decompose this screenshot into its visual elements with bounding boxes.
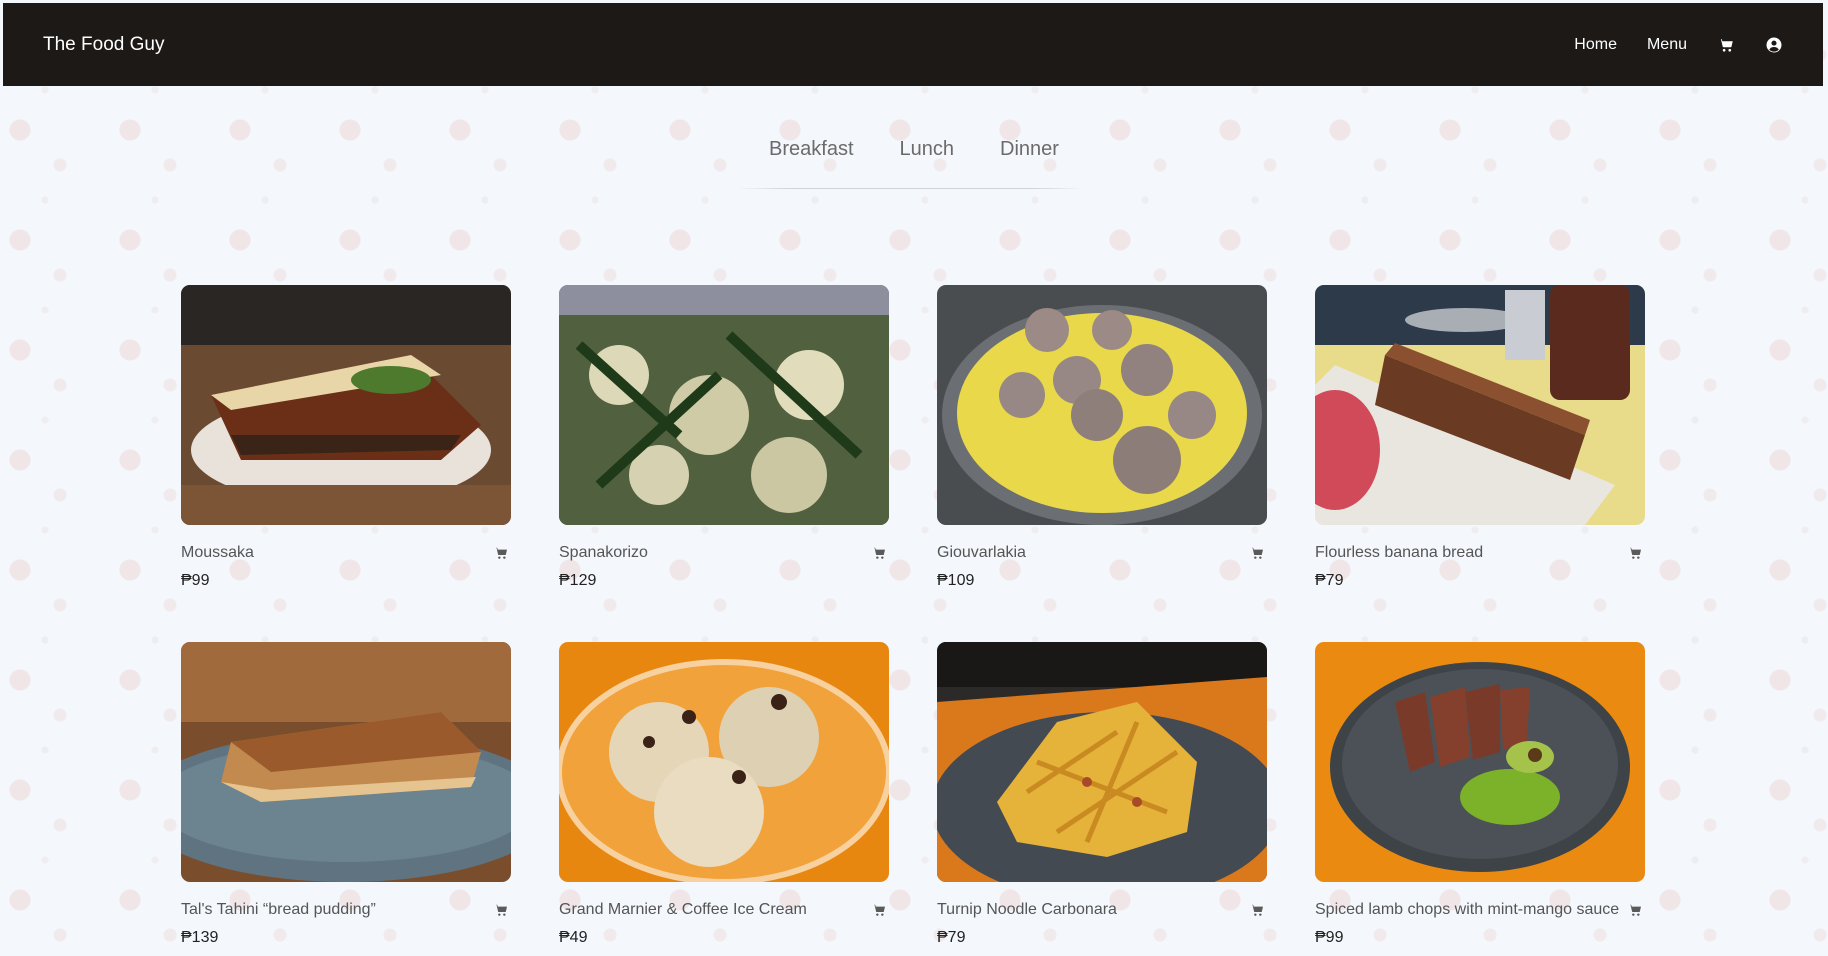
product-price: ₱79 xyxy=(937,929,966,946)
product-info-row: Turnip Noodle Carbonara xyxy=(937,901,1267,919)
product-price: ₱99 xyxy=(181,572,210,589)
tabs-underline xyxy=(737,188,1085,189)
cart-icon[interactable] xyxy=(871,545,887,561)
product-card: Giouvarlakia ₱109 xyxy=(937,285,1267,590)
product-price: ₱49 xyxy=(559,929,588,946)
tab-dinner[interactable]: Dinner xyxy=(1000,138,1059,161)
product-price: ₱139 xyxy=(181,929,219,946)
product-image[interactable] xyxy=(1315,642,1645,882)
product-image[interactable] xyxy=(559,642,889,882)
product-price: ₱79 xyxy=(1315,572,1344,589)
product-info-row: Tal's Tahini “bread pudding” xyxy=(181,901,511,919)
product-name[interactable]: Grand Marnier & Coffee Ice Cream xyxy=(559,901,807,919)
cart-icon[interactable] xyxy=(871,902,887,918)
top-navbar: The Food Guy Home Menu xyxy=(3,3,1823,86)
product-name[interactable]: Giouvarlakia xyxy=(937,544,1026,562)
product-card: Turnip Noodle Carbonara ₱79 xyxy=(937,642,1267,947)
cart-icon[interactable] xyxy=(1249,902,1265,918)
cart-icon[interactable] xyxy=(1627,545,1643,561)
product-card: Grand Marnier & Coffee Ice Cream ₱49 xyxy=(559,642,889,947)
product-name[interactable]: Moussaka xyxy=(181,544,254,562)
product-card: Flourless banana bread ₱79 xyxy=(1315,285,1645,590)
product-info-row: Flourless banana bread xyxy=(1315,544,1645,562)
product-card: Spanakorizo ₱129 xyxy=(559,285,889,590)
product-price: ₱129 xyxy=(559,572,597,589)
product-image[interactable] xyxy=(937,642,1267,882)
product-info-row: Giouvarlakia xyxy=(937,544,1267,562)
cart-icon[interactable] xyxy=(493,545,509,561)
product-image[interactable] xyxy=(181,642,511,882)
tab-breakfast[interactable]: Breakfast xyxy=(769,138,853,161)
nav-menu-link[interactable]: Menu xyxy=(1647,36,1687,54)
product-card: Tal's Tahini “bread pudding” ₱139 xyxy=(181,642,511,947)
product-image[interactable] xyxy=(937,285,1267,525)
product-name[interactable]: Tal's Tahini “bread pudding” xyxy=(181,901,376,919)
product-price: ₱99 xyxy=(1315,929,1344,946)
product-info-row: Moussaka xyxy=(181,544,511,562)
user-circle-icon[interactable] xyxy=(1765,36,1783,54)
tab-lunch[interactable]: Lunch xyxy=(900,138,955,161)
product-name[interactable]: Turnip Noodle Carbonara xyxy=(937,901,1117,919)
product-price: ₱109 xyxy=(937,572,975,589)
product-card: Moussaka ₱99 xyxy=(181,285,511,590)
product-image[interactable] xyxy=(1315,285,1645,525)
product-name[interactable]: Spiced lamb chops with mint-mango sauce xyxy=(1315,901,1619,919)
product-card: Spiced lamb chops with mint-mango sauce … xyxy=(1315,642,1645,947)
cart-icon[interactable] xyxy=(493,902,509,918)
product-image[interactable] xyxy=(559,285,889,525)
nav-home-link[interactable]: Home xyxy=(1574,36,1617,54)
cart-icon[interactable] xyxy=(1717,36,1735,54)
product-image[interactable] xyxy=(181,285,511,525)
cart-icon[interactable] xyxy=(1627,902,1643,918)
product-name[interactable]: Flourless banana bread xyxy=(1315,544,1483,562)
cart-icon[interactable] xyxy=(1249,545,1265,561)
product-info-row: Spiced lamb chops with mint-mango sauce xyxy=(1315,901,1645,919)
product-info-row: Grand Marnier & Coffee Ice Cream xyxy=(559,901,889,919)
meal-tabs: Breakfast Lunch Dinner xyxy=(0,138,1828,161)
product-name[interactable]: Spanakorizo xyxy=(559,544,648,562)
brand-logo-text[interactable]: The Food Guy xyxy=(43,34,164,56)
product-grid: Moussaka ₱99 Spanakorizo ₱129 Giouvarlak… xyxy=(181,285,1646,947)
product-info-row: Spanakorizo xyxy=(559,544,889,562)
nav-links: Home Menu xyxy=(1544,36,1783,54)
